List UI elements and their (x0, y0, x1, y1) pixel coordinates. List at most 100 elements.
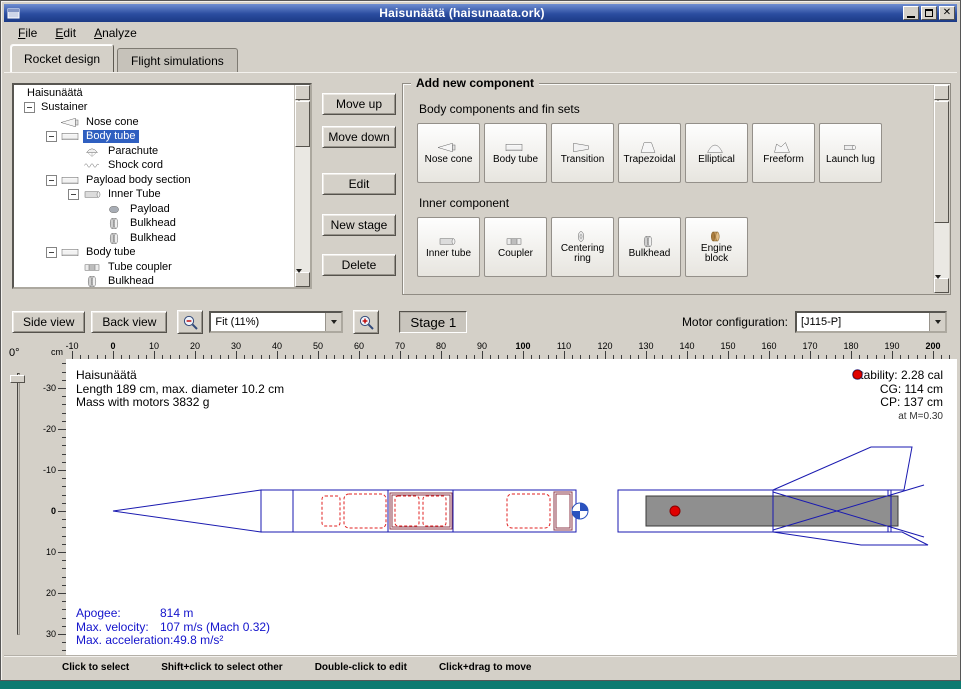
close-button[interactable]: ✕ (939, 6, 955, 20)
zoom-out-button[interactable] (177, 310, 203, 334)
tab-flight-simulations[interactable]: Flight simulations (117, 48, 238, 72)
tree-item-bulkhead[interactable]: Bulkhead (14, 217, 294, 232)
delete-button[interactable]: Delete (322, 254, 396, 276)
tab-rocket-design[interactable]: Rocket design (10, 44, 114, 72)
add-freeform-fin-button[interactable]: Freeform (752, 123, 815, 183)
ruler-tick (728, 351, 729, 359)
scroll-up-button[interactable] (295, 85, 310, 100)
ruler-tick (154, 351, 155, 359)
rocket-view-area: 0° cm -100102030405060708090100110120130… (4, 341, 957, 655)
add-panel-scrollbar[interactable] (933, 85, 949, 293)
zoom-in-button[interactable] (353, 310, 379, 334)
add-elliptical-fin-button[interactable]: Elliptical (685, 123, 748, 183)
tree-item-parachute[interactable]: Parachute (14, 144, 294, 159)
add-nose-cone-button[interactable]: Nose cone (417, 123, 480, 183)
add-engine-block-button[interactable]: Engine block (685, 217, 748, 277)
ruler-label: 50 (313, 341, 323, 351)
ruler-tick (482, 351, 483, 359)
add-bulkhead-button[interactable]: Bulkhead (618, 217, 681, 277)
tree-item-body-tube-selected[interactable]: Body tube (14, 130, 294, 145)
maximize-button[interactable] (921, 6, 937, 20)
ruler-tick (851, 351, 852, 359)
bulkhead-icon (82, 275, 102, 288)
tree-item-shock-cord[interactable]: Shock cord (14, 159, 294, 174)
scrollbar-thumb[interactable] (934, 101, 949, 223)
ruler-tick (564, 351, 565, 359)
view-toolbar: Side view Back view Fit (11%) Stage 1 Mo… (4, 303, 957, 341)
horizontal-ruler: -100102030405060708090100110120130140150… (66, 341, 957, 359)
tree-item-sustainer[interactable]: Sustainer (14, 101, 294, 116)
tree-scrollbar[interactable] (294, 85, 310, 287)
zoom-level-select[interactable]: Fit (11%) (209, 311, 343, 333)
add-body-tube-button[interactable]: Body tube (484, 123, 547, 183)
add-coupler-button[interactable]: Coupler (484, 217, 547, 277)
menu-analyze[interactable]: Analyze (85, 23, 146, 43)
motor-configuration-label: Motor configuration: (682, 315, 788, 329)
motor-configuration-group: Motor configuration: [J115-P] (682, 311, 947, 333)
expander-icon[interactable] (68, 189, 79, 200)
add-centering-ring-button[interactable]: Centering ring (551, 217, 614, 277)
rotation-slider-thumb[interactable] (10, 375, 25, 383)
rocket-canvas[interactable]: Haisunäätä Length 189 cm, max. diameter … (66, 359, 957, 655)
add-trapezoidal-fin-button[interactable]: Trapezoidal (618, 123, 681, 183)
add-launch-lug-button[interactable]: Launch lug (819, 123, 882, 183)
move-down-button[interactable]: Move down (322, 126, 396, 148)
ruler-label: 100 (515, 341, 530, 351)
tree-item-tube-coupler[interactable]: Tube coupler (14, 260, 294, 275)
dropdown-button[interactable] (325, 313, 341, 331)
trapezoidal-fin-icon (638, 141, 658, 154)
inner-tube-icon (82, 188, 102, 201)
tree-item-inner-tube[interactable]: Inner Tube (14, 188, 294, 203)
chevron-down-icon (935, 320, 941, 324)
ruler-label: 200 (925, 341, 940, 351)
dropdown-button[interactable] (929, 313, 945, 331)
add-inner-tube-button[interactable]: Inner tube (417, 217, 480, 277)
tree-item-bulkhead[interactable]: Bulkhead (14, 275, 294, 290)
move-up-button[interactable]: Move up (322, 93, 396, 115)
ruler-label: 60 (354, 341, 364, 351)
rotation-slider[interactable] (17, 373, 20, 635)
scrollbar-thumb[interactable] (295, 101, 310, 147)
menu-file[interactable]: File (9, 23, 46, 43)
component-tree[interactable]: Haisunäätä Sustainer Nose cone Body tube… (12, 83, 312, 289)
cg-line: CG: 114 cm (852, 383, 943, 397)
scroll-down-button[interactable] (295, 272, 310, 287)
new-stage-button[interactable]: New stage (322, 214, 396, 236)
expander-icon[interactable] (46, 131, 57, 142)
tab-label: Flight simulations (131, 54, 224, 68)
tree-item-nose-cone[interactable]: Nose cone (14, 115, 294, 130)
zoom-level-value: Fit (11%) (211, 316, 325, 328)
menu-edit[interactable]: Edit (46, 23, 85, 43)
tree-item-bulkhead[interactable]: Bulkhead (14, 231, 294, 246)
ruler-label: -10 (66, 341, 79, 351)
stage-1-toggle[interactable]: Stage 1 (399, 311, 467, 333)
cp-marker (670, 506, 680, 516)
scroll-up-button[interactable] (934, 85, 949, 100)
ruler-label: 80 (436, 341, 446, 351)
expander-icon[interactable] (24, 102, 35, 113)
tree-item-rocket[interactable]: Haisunäätä (14, 86, 294, 101)
ruler-label: 120 (597, 341, 612, 351)
forward-body-shape (261, 490, 576, 532)
title-bar[interactable]: Haisunäätä (haisunaata.ork) ✕ (4, 4, 957, 22)
tree-item-payload-body-section[interactable]: Payload body section (14, 173, 294, 188)
side-view-button[interactable]: Side view (12, 311, 85, 333)
tree-item-payload[interactable]: Payload (14, 202, 294, 217)
add-transition-button[interactable]: Transition (551, 123, 614, 183)
scroll-down-button[interactable] (934, 278, 949, 293)
motor-configuration-select[interactable]: [J115-P] (795, 311, 947, 333)
edit-button[interactable]: Edit (322, 173, 396, 195)
ruler-tick (58, 388, 66, 389)
expander-icon[interactable] (46, 175, 57, 186)
body-tube-icon (60, 130, 80, 143)
minimize-button[interactable] (903, 6, 919, 20)
ruler-tick (523, 351, 524, 359)
tree-item-body-tube[interactable]: Body tube (14, 246, 294, 261)
expander-icon[interactable] (46, 247, 57, 258)
ruler-label: 70 (395, 341, 405, 351)
rotation-angle-label: 0° (9, 347, 20, 359)
hint-shift-click: Shift+click to select other (161, 662, 282, 673)
window-menu-icon[interactable] (6, 6, 21, 20)
back-view-button[interactable]: Back view (91, 311, 167, 333)
ruler-tick (113, 351, 114, 359)
